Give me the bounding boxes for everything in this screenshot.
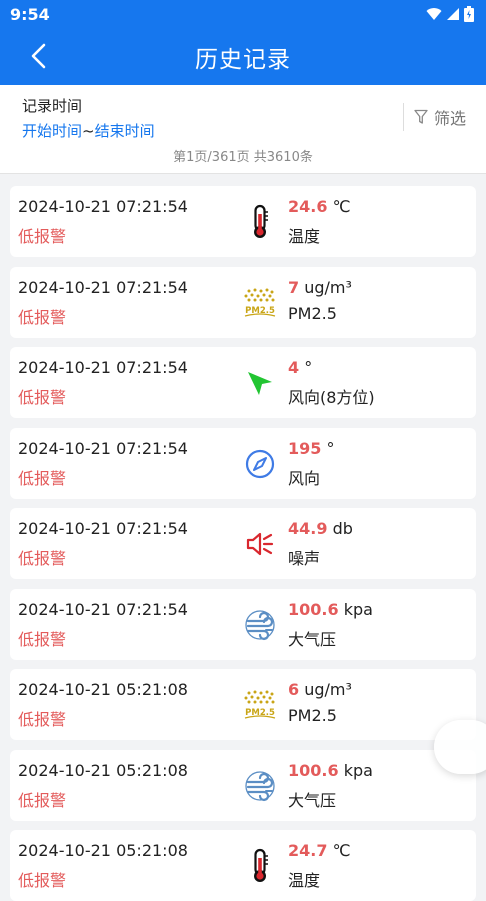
page-title: 历史记录	[195, 46, 291, 73]
reading-unit: ug/m³	[304, 277, 352, 297]
battery-icon	[464, 6, 474, 22]
reading-value: 44.9	[288, 519, 328, 538]
alarm-status: 低报警	[18, 388, 67, 407]
reading-unit: ℃	[332, 841, 351, 860]
record-timestamp: 2024-10-21 07:21:54	[18, 358, 188, 377]
record-reading: 44.9 db	[288, 519, 353, 538]
record-card[interactable]: 2024-10-21 07:21:54 低报警 PM2.5 7 ug/m³ PM2.…	[10, 266, 476, 338]
pm25-icon: PM2.5	[242, 285, 278, 321]
record-card[interactable]: 2024-10-21 07:21:54 低报警 24.6 ℃ 温度	[10, 186, 476, 257]
alarm-status: 低报警	[18, 871, 67, 890]
record-timestamp: 2024-10-21 07:21:54	[18, 599, 188, 619]
alarm-status: 低报警	[18, 549, 67, 568]
record-card[interactable]: 2024-10-21 07:21:54 低报警 4 ° 风向(8方位)	[10, 347, 476, 418]
record-reading: 24.7 ℃	[288, 841, 351, 860]
floating-button[interactable]	[434, 720, 486, 774]
status-bar: 9:54	[0, 0, 486, 28]
sensor-name: 风向(8方位)	[288, 388, 375, 407]
reading-value: 24.6	[288, 197, 328, 216]
alarm-status: 低报警	[18, 629, 67, 649]
record-card[interactable]: 2024-10-21 07:21:54 低报警 100.6 kpa 大气压	[10, 588, 476, 660]
record-timestamp: 2024-10-21 07:21:54	[18, 519, 188, 538]
reading-value: 4	[288, 358, 300, 377]
reading-unit: kpa	[343, 599, 373, 619]
pressure-icon	[242, 607, 278, 643]
start-time-picker[interactable]: 开始时间	[22, 122, 82, 140]
sensor-name: 风向	[288, 468, 321, 488]
sensor-name: 噪声	[288, 549, 321, 568]
reading-unit: °	[304, 358, 313, 377]
alarm-status: 低报警	[18, 227, 67, 246]
reading-unit: kpa	[343, 760, 373, 780]
sensor-name: 温度	[288, 871, 321, 890]
signal-icon	[447, 8, 459, 20]
record-reading: 6 ug/m³	[288, 680, 352, 699]
record-reading: 4 °	[288, 358, 312, 377]
sensor-name: 大气压	[288, 629, 337, 649]
record-reading: 100.6 kpa	[288, 600, 373, 619]
record-card[interactable]: 2024-10-21 05:21:08 低报警 100.6 kpa 大气压	[10, 749, 476, 821]
record-time-label: 记录时间	[22, 97, 83, 115]
record-timestamp: 2024-10-21 07:21:54	[18, 277, 188, 297]
reading-value: 24.7	[288, 841, 328, 860]
record-reading: 7 ug/m³	[288, 278, 352, 297]
pagination-info: 第1页/361页 共3610条	[0, 147, 486, 174]
sensor-name: PM2.5	[288, 303, 337, 323]
reading-unit: ℃	[332, 197, 351, 216]
sensor-name: 温度	[288, 227, 321, 246]
back-icon[interactable]	[24, 41, 54, 71]
status-time: 9:54	[10, 4, 50, 24]
reading-unit: °	[326, 438, 335, 458]
alarm-status: 低报警	[18, 710, 67, 729]
filter-label: 筛选	[433, 109, 466, 128]
status-icons	[426, 6, 474, 22]
record-reading: 195 °	[288, 439, 335, 458]
record-card[interactable]: 2024-10-21 07:21:54 低报警 195 ° 风向	[10, 427, 476, 499]
reading-value: 7	[288, 277, 300, 297]
record-card[interactable]: 2024-10-21 05:21:08 低报警 24.7 ℃ 温度	[10, 830, 476, 901]
record-card[interactable]: 2024-10-21 07:21:54 低报警 44.9 db 噪声	[10, 508, 476, 579]
time-range: 开始时间~结束时间	[22, 120, 155, 141]
funnel-icon	[414, 109, 428, 124]
time-separator: ~	[82, 122, 95, 140]
record-timestamp: 2024-10-21 07:21:54	[18, 438, 188, 458]
record-timestamp: 2024-10-21 05:21:08	[18, 841, 188, 860]
reading-unit: ug/m³	[304, 680, 352, 699]
thermometer-icon	[242, 204, 278, 240]
pm25-icon: PM2.5	[242, 687, 278, 723]
pressure-icon	[242, 768, 278, 804]
alarm-status: 低报警	[18, 468, 67, 488]
sensor-name: PM2.5	[288, 706, 337, 725]
speaker-icon	[242, 526, 278, 562]
filter-bar: 记录时间 开始时间~结束时间 筛选	[0, 85, 486, 147]
reading-value: 6	[288, 680, 300, 699]
app-bar: 历史记录	[0, 28, 486, 85]
alarm-status: 低报警	[18, 790, 67, 810]
alarm-status: 低报警	[18, 307, 67, 327]
thermometer-icon	[242, 848, 278, 884]
record-card[interactable]: 2024-10-21 05:21:08 低报警 PM2.5 6 ug/m³ PM2.…	[10, 669, 476, 740]
reading-value: 100.6	[288, 760, 339, 780]
reading-value: 195	[288, 438, 322, 458]
record-reading: 24.6 ℃	[288, 197, 351, 216]
record-timestamp: 2024-10-21 05:21:08	[18, 760, 188, 780]
record-timestamp: 2024-10-21 07:21:54	[18, 197, 188, 216]
compass-icon	[242, 446, 278, 482]
reading-value: 100.6	[288, 599, 339, 619]
record-timestamp: 2024-10-21 05:21:08	[18, 680, 188, 699]
wifi-icon	[426, 8, 442, 20]
end-time-picker[interactable]: 结束时间	[95, 122, 155, 140]
reading-unit: db	[332, 519, 353, 538]
sensor-name: 大气压	[288, 790, 337, 810]
record-reading: 100.6 kpa	[288, 761, 373, 780]
direction-arrow-icon	[242, 365, 278, 401]
filter-button[interactable]: 筛选	[402, 103, 466, 131]
